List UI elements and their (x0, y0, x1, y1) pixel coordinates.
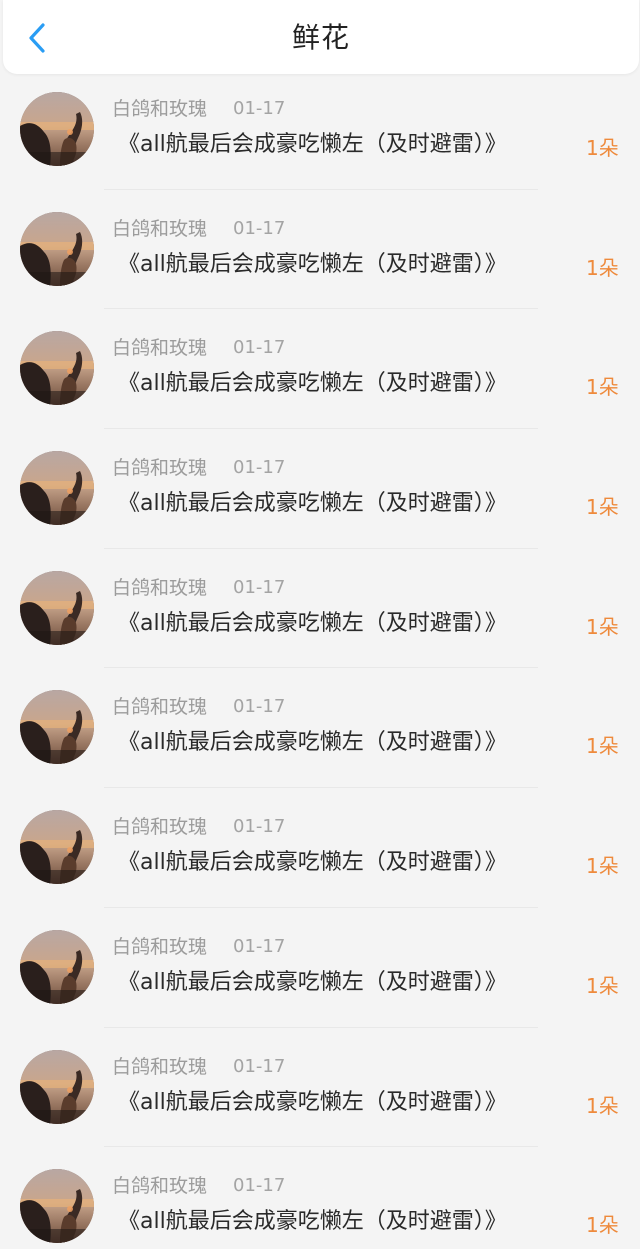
user-name[interactable]: 白鸽和玫瑰 (112, 1054, 207, 1080)
list-item[interactable]: 白鸽和玫瑰 01-17 《all航最后会成豪吃懒左（及时避雷）》 1朵 (0, 1161, 640, 1249)
flower-count: 1朵 (586, 255, 619, 280)
book-title[interactable]: 《all航最后会成豪吃懒左（及时避雷）》 (118, 250, 507, 280)
gift-date: 01-17 (233, 816, 286, 838)
divider (104, 906, 538, 908)
list-item[interactable]: 白鸽和玫瑰 01-17 《all航最后会成豪吃懒左（及时避雷）》 1朵 (0, 443, 640, 563)
user-name[interactable]: 白鸽和玫瑰 (112, 1173, 207, 1199)
list-item[interactable]: 白鸽和玫瑰 01-17 《all航最后会成豪吃懒左（及时避雷）》 1朵 (0, 84, 640, 204)
gift-date: 01-17 (233, 935, 286, 957)
user-name[interactable]: 白鸽和玫瑰 (112, 216, 207, 242)
book-title[interactable]: 《all航最后会成豪吃懒左（及时避雷）》 (118, 1207, 507, 1237)
divider (104, 787, 538, 789)
flower-count: 1朵 (586, 973, 619, 998)
divider (104, 428, 538, 430)
book-title[interactable]: 《all航最后会成豪吃懒左（及时避雷）》 (118, 609, 507, 639)
page-title: 鲜花 (291, 21, 350, 54)
avatar[interactable] (20, 1049, 94, 1124)
avatar[interactable] (20, 929, 94, 1004)
flower-list: 白鸽和玫瑰 01-17 《all航最后会成豪吃懒左（及时避雷）》 1朵 白鸽和玫… (0, 84, 640, 1249)
flowers-screen: 鲜花 白鸽和玫瑰 01-17 《all航最后会成豪吃懒左（及时避雷）》 1朵 白… (0, 0, 640, 1249)
divider (104, 667, 538, 669)
divider (104, 1026, 538, 1028)
user-name[interactable]: 白鸽和玫瑰 (112, 96, 207, 122)
list-item[interactable]: 白鸽和玫瑰 01-17 《all航最后会成豪吃懒左（及时避雷）》 1朵 (0, 563, 640, 683)
flower-count: 1朵 (586, 1213, 619, 1238)
book-title[interactable]: 《all航最后会成豪吃懒左（及时避雷）》 (118, 489, 507, 519)
divider (104, 547, 538, 549)
gift-date: 01-17 (233, 98, 286, 119)
flower-count: 1朵 (586, 375, 619, 400)
list-item[interactable]: 白鸽和玫瑰 01-17 《all航最后会成豪吃懒左（及时避雷）》 1朵 (0, 1042, 640, 1162)
book-title[interactable]: 《all航最后会成豪吃懒左（及时避雷）》 (118, 369, 507, 399)
gift-date: 01-17 (233, 1055, 286, 1077)
list-item[interactable]: 白鸽和玫瑰 01-17 《all航最后会成豪吃懒左（及时避雷）》 1朵 (0, 802, 640, 922)
divider (104, 1146, 538, 1148)
gift-date: 01-17 (233, 217, 286, 239)
avatar[interactable] (20, 331, 94, 406)
list-item[interactable]: 白鸽和玫瑰 01-17 《all航最后会成豪吃懒左（及时避雷）》 1朵 (0, 682, 640, 802)
user-name[interactable]: 白鸽和玫瑰 (112, 455, 207, 481)
user-name[interactable]: 白鸽和玫瑰 (112, 575, 207, 601)
gift-date: 01-17 (233, 1175, 286, 1197)
flower-count: 1朵 (586, 614, 619, 639)
book-title[interactable]: 《all航最后会成豪吃懒左（及时避雷）》 (118, 968, 507, 998)
avatar[interactable] (20, 810, 94, 885)
avatar[interactable] (20, 1169, 94, 1244)
flower-count: 1朵 (586, 854, 619, 879)
book-title[interactable]: 《all航最后会成豪吃懒左（及时避雷）》 (118, 1088, 507, 1118)
flower-count: 1朵 (586, 136, 619, 160)
divider (104, 188, 538, 190)
divider (104, 308, 538, 310)
nav-bar: 鲜花 (3, 0, 639, 74)
gift-date: 01-17 (233, 696, 286, 718)
flower-count: 1朵 (586, 495, 619, 520)
list-item[interactable]: 白鸽和玫瑰 01-17 《all航最后会成豪吃懒左（及时避雷）》 1朵 (0, 204, 640, 324)
gift-date: 01-17 (233, 337, 286, 359)
gift-date: 01-17 (233, 576, 286, 598)
avatar[interactable] (20, 451, 94, 526)
user-name[interactable]: 白鸽和玫瑰 (112, 934, 207, 960)
avatar[interactable] (20, 211, 94, 286)
flower-count: 1朵 (586, 734, 619, 759)
avatar[interactable] (20, 690, 94, 765)
list-item[interactable]: 白鸽和玫瑰 01-17 《all航最后会成豪吃懒左（及时避雷）》 1朵 (0, 323, 640, 443)
book-title[interactable]: 《all航最后会成豪吃懒左（及时避雷）》 (118, 848, 507, 878)
list-item[interactable]: 白鸽和玫瑰 01-17 《all航最后会成豪吃懒左（及时避雷）》 1朵 (0, 922, 640, 1042)
book-title[interactable]: 《all航最后会成豪吃懒左（及时避雷）》 (118, 130, 507, 160)
avatar[interactable] (20, 570, 94, 645)
avatar[interactable] (20, 92, 94, 166)
user-name[interactable]: 白鸽和玫瑰 (112, 814, 207, 840)
user-name[interactable]: 白鸽和玫瑰 (112, 335, 207, 361)
gift-date: 01-17 (233, 457, 286, 479)
book-title[interactable]: 《all航最后会成豪吃懒左（及时避雷）》 (118, 728, 507, 758)
flower-count: 1朵 (586, 1093, 619, 1118)
user-name[interactable]: 白鸽和玫瑰 (112, 694, 207, 720)
